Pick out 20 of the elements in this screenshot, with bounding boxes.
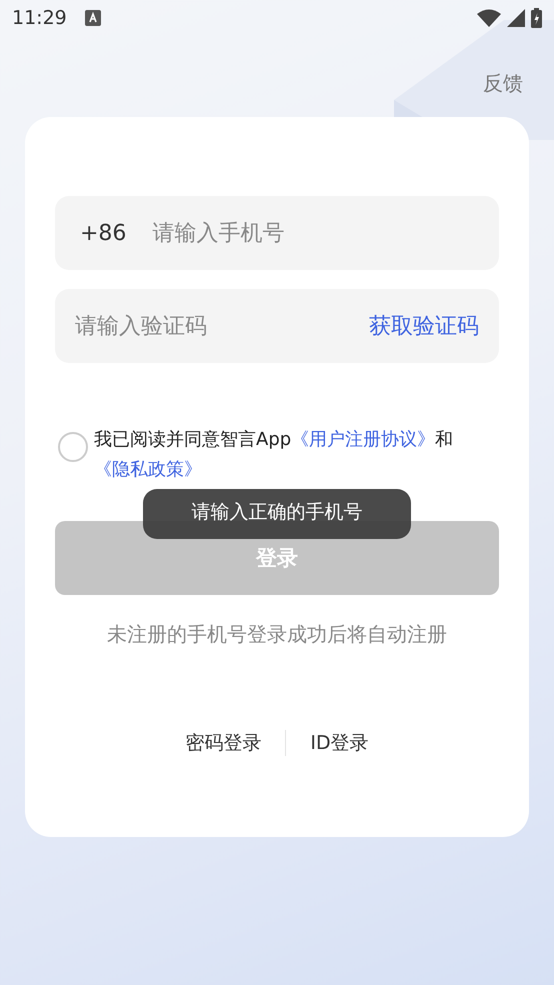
get-code-button[interactable]: 获取验证码 (369, 311, 479, 341)
feedback-link[interactable]: 反馈 (483, 70, 523, 97)
agreement-text: 我已阅读并同意智言App《用户注册协议》和 《隐私政策》 (94, 428, 454, 482)
country-code[interactable]: +86 (80, 220, 126, 246)
battery-icon (531, 8, 542, 28)
status-time: 11:29 (12, 7, 67, 29)
alt-login-link[interactable]: ID登录 (286, 730, 393, 756)
agree-checkbox[interactable] (58, 432, 88, 462)
signal-icon (507, 9, 525, 27)
agreement-link[interactable]: 《隐私政策》 (94, 459, 202, 480)
code-input-field[interactable]: 请输入验证码 获取验证码 (55, 289, 499, 363)
alt-login-link[interactable]: 密码登录 (161, 730, 286, 756)
wifi-icon (477, 9, 501, 27)
auto-register-hint: 未注册的手机号登录成功后将自动注册 (106, 621, 448, 648)
agreement-link[interactable]: 《用户注册协议》 (291, 429, 436, 450)
error-toast: 请输入正确的手机号 (143, 489, 411, 539)
phone-placeholder: 请输入手机号 (152, 220, 284, 248)
code-placeholder: 请输入验证码 (75, 313, 207, 341)
phone-input-field[interactable]: +86 请输入手机号 (55, 196, 499, 270)
keyboard-icon (84, 10, 101, 26)
